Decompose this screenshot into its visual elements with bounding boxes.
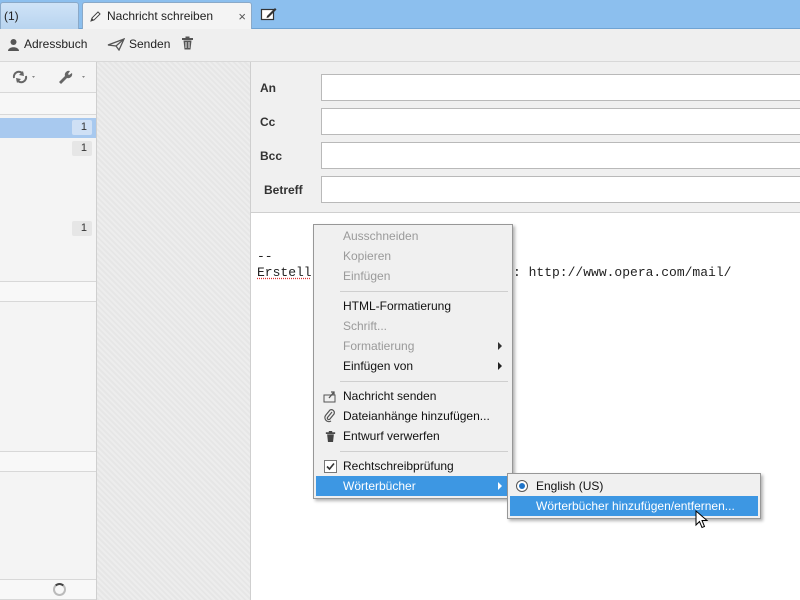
submenu-arrow-icon	[498, 342, 502, 350]
menu-item-cut[interactable]: Ausschneiden	[316, 226, 510, 246]
sidebar-item[interactable]: 1	[0, 219, 96, 239]
sidebar-item[interactable]: 1	[0, 118, 96, 138]
submenu-label: English (US)	[536, 479, 603, 493]
checkbox-checked-icon	[323, 459, 337, 473]
tab-compose-label: Nachricht schreiben	[107, 9, 213, 23]
submenu-item-english[interactable]: English (US)	[510, 476, 758, 496]
submenu-arrow-icon	[498, 482, 502, 490]
menu-label: Kopieren	[343, 249, 391, 263]
sidebar-footer	[0, 579, 96, 600]
compose-new-icon[interactable]	[258, 4, 280, 24]
sidebar-divider	[0, 451, 96, 472]
trash-icon	[323, 429, 337, 443]
menu-label: Einfügen von	[343, 359, 413, 373]
menu-item-discard[interactable]: Entwurf verwerfen	[316, 426, 510, 446]
menu-label: Rechtschreibprüfung	[343, 459, 454, 473]
bcc-field[interactable]	[321, 142, 800, 169]
menu-item-insert-from[interactable]: Einfügen von	[316, 356, 510, 376]
menu-label: Entwurf verwerfen	[343, 429, 440, 443]
tab-bar: (1) Nachricht schreiben ×	[0, 0, 800, 29]
addressbook-label: Adressbuch	[24, 37, 87, 51]
send-label: Senden	[129, 37, 170, 51]
submenu-item-manage-dictionaries[interactable]: Wörterbücher hinzufügen/entfernen...	[510, 496, 758, 516]
paperclip-icon	[323, 409, 337, 423]
signature-text-start: Erstell	[257, 265, 312, 280]
menu-item-html-format[interactable]: HTML-Formatierung	[316, 296, 510, 316]
dictionaries-submenu: English (US) Wörterbücher hinzufügen/ent…	[507, 473, 761, 519]
menu-item-font[interactable]: Schrift...	[316, 316, 510, 336]
menu-label: Ausschneiden	[343, 229, 418, 243]
menu-item-formatting[interactable]: Formatierung	[316, 336, 510, 356]
loading-spinner-icon	[53, 583, 66, 596]
paper-background	[97, 62, 251, 600]
bcc-label: Bcc	[260, 149, 282, 163]
cc-field[interactable]	[321, 108, 800, 135]
menu-separator	[340, 451, 508, 452]
compose-headers: An Cc Bcc Betreff	[251, 62, 800, 213]
mouse-cursor-icon	[695, 510, 709, 533]
menu-label: Dateianhänge hinzufügen...	[343, 409, 490, 423]
sync-icon[interactable]	[11, 70, 37, 84]
tab-compose[interactable]: Nachricht schreiben ×	[82, 2, 252, 29]
menu-item-copy[interactable]: Kopieren	[316, 246, 510, 266]
radio-selected-icon	[516, 480, 528, 492]
to-field[interactable]	[321, 74, 800, 101]
menu-item-paste[interactable]: Einfügen	[316, 266, 510, 286]
unread-badge: 1	[72, 221, 92, 236]
context-menu: Ausschneiden Kopieren Einfügen HTML-Form…	[313, 224, 513, 499]
sidebar-header	[0, 93, 96, 115]
sidebar: 1 1 1	[0, 62, 97, 600]
close-icon[interactable]: ×	[238, 9, 246, 24]
tab-inbox[interactable]: (1)	[0, 2, 79, 29]
send-message-icon	[323, 389, 337, 403]
menu-label: Nachricht senden	[343, 389, 436, 403]
trash-icon	[181, 36, 194, 50]
menu-item-send-message[interactable]: Nachricht senden	[316, 386, 510, 406]
wrench-icon[interactable]	[57, 70, 89, 84]
left-toolbar: Adressbuch	[0, 29, 97, 62]
pencil-icon	[89, 9, 103, 23]
cc-label: Cc	[260, 115, 275, 129]
addressbook-button[interactable]: Adressbuch	[7, 37, 87, 51]
sidebar-tools	[0, 62, 96, 93]
send-button[interactable]: Senden	[107, 37, 170, 51]
to-label: An	[260, 81, 276, 95]
unread-badge: 1	[72, 141, 92, 156]
unread-badge: 1	[72, 120, 92, 135]
sidebar-divider	[0, 281, 96, 302]
person-icon	[7, 38, 20, 51]
signature-separator: --	[257, 249, 273, 264]
paper-plane-icon	[107, 38, 125, 51]
subject-field[interactable]	[321, 176, 800, 203]
menu-label: Wörterbücher	[343, 479, 416, 493]
tab-inbox-label: (1)	[4, 9, 19, 23]
menu-label: HTML-Formatierung	[343, 299, 451, 313]
compose-toolbar: Senden	[97, 29, 800, 62]
menu-item-spellcheck[interactable]: Rechtschreibprüfung	[316, 456, 510, 476]
signature-link: : http://www.opera.com/mail/	[513, 265, 731, 280]
menu-separator	[340, 291, 508, 292]
menu-item-attach[interactable]: Dateianhänge hinzufügen...	[316, 406, 510, 426]
menu-separator	[340, 381, 508, 382]
menu-label: Einfügen	[343, 269, 390, 283]
sidebar-item[interactable]: 1	[0, 139, 96, 159]
menu-item-dictionaries[interactable]: Wörterbücher	[316, 476, 510, 496]
submenu-arrow-icon	[498, 362, 502, 370]
menu-label: Formatierung	[343, 339, 414, 353]
trash-button[interactable]	[181, 36, 194, 50]
menu-label: Schrift...	[343, 319, 387, 333]
subject-label: Betreff	[264, 183, 303, 197]
